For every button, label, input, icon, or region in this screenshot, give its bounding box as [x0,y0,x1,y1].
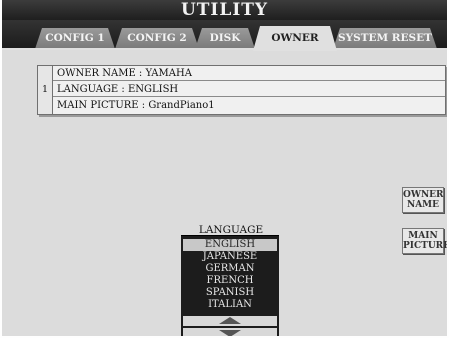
scroll-up-button[interactable] [183,316,277,326]
language-option-english[interactable]: ENGLISH [183,239,277,251]
main-picture-button[interactable]: MAIN PICTURE [402,228,447,254]
table-index-column: 1 [38,66,53,114]
tab-config-1[interactable]: CONFIG 1 [35,28,115,49]
tab-config-2[interactable]: CONFIG 2 [115,28,199,49]
table-index: 1 [41,84,49,95]
owner-info-table: 1 OWNER NAME : YAMAHA LANGUAGE : ENGLISH… [37,65,446,115]
tab-baseline [2,48,447,50]
language-option-french[interactable]: FRENCH [183,275,277,287]
tab-strip: CONFIG 1 CONFIG 2 DISK OWNER SYSTEM RESE… [2,20,447,50]
tab-disk[interactable]: DISK [195,28,255,49]
owner-name-row[interactable]: OWNER NAME : YAMAHA [53,66,445,81]
down-arrow-icon [219,330,241,336]
main-picture-button-line1: MAIN [408,231,438,241]
language-list: ENGLISH JAPANESE GERMAN FRENCH SPANISH I… [181,235,279,336]
tab-owner[interactable]: OWNER [253,26,337,51]
up-arrow-icon [219,317,241,324]
language-row[interactable]: LANGUAGE : ENGLISH [53,82,445,97]
tab-system-reset[interactable]: SYSTEM RESET [333,28,437,49]
utility-screen: UTILITY CONFIG 1 CONFIG 2 DISK OWNER SYS… [2,0,447,336]
main-picture-button-line2: PICTURE [403,241,447,251]
owner-name-button-line1: OWNER [403,190,444,200]
language-option-spanish[interactable]: SPANISH [183,287,277,299]
language-option-japanese[interactable]: JAPANESE [183,251,277,263]
main-picture-row[interactable]: MAIN PICTURE : GrandPiano1 [53,98,445,113]
language-option-italian[interactable]: ITALIAN [183,299,277,311]
owner-name-button[interactable]: OWNER NAME [402,187,444,213]
scroll-down-button[interactable] [183,328,277,336]
language-option-german[interactable]: GERMAN [183,263,277,275]
owner-name-button-line2: NAME [406,200,440,210]
